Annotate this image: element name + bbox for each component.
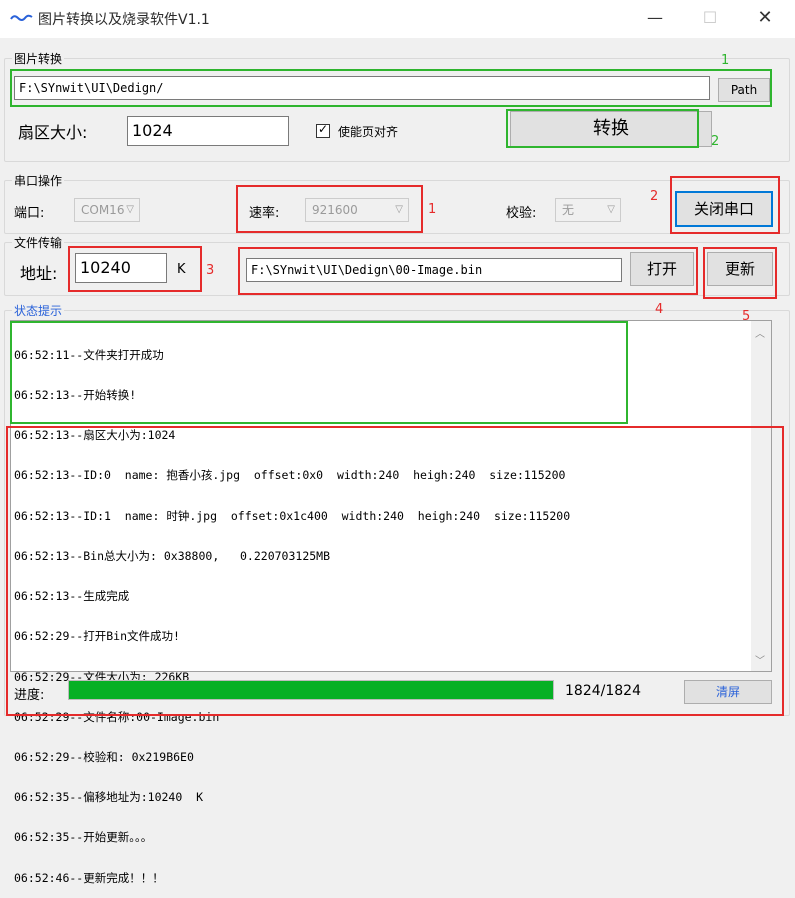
align-checkbox[interactable]: ✓ [316, 122, 330, 138]
address-label: 地址: [20, 264, 58, 283]
annotation-box-close-port [670, 176, 780, 234]
maximize-icon[interactable]: ☐ [687, 4, 733, 32]
annotation-label: 5 [742, 309, 751, 324]
parity-label: 校验: [506, 206, 537, 221]
sector-size-input[interactable]: 1024 [127, 116, 289, 146]
window-title: 图片转换以及烧录软件V1.1 [38, 12, 210, 28]
checkmark-icon: ✓ [318, 122, 329, 136]
annotation-label: 2 [650, 189, 659, 204]
align-checkbox-label: 使能页对齐 [338, 125, 399, 139]
chevron-down-icon: ▽ [126, 204, 134, 215]
port-label: 端口: [14, 206, 45, 221]
close-icon[interactable]: ✕ [742, 4, 788, 32]
annotation-box-update [703, 247, 777, 299]
annotation-box-convert [506, 109, 699, 148]
parity-select[interactable]: 无 ▽ [555, 198, 621, 222]
annotation-label: 1 [721, 53, 730, 68]
image-convert-legend: 图片转换 [12, 50, 65, 67]
annotation-box-update-log [6, 426, 784, 716]
annotation-box-open [238, 247, 698, 295]
log-line: 06:52:46--更新完成！！！ [14, 870, 164, 885]
scroll-up-icon[interactable]: ︿ [755, 325, 765, 340]
annotation-box-address [68, 246, 202, 292]
log-line: 06:52:35--偏移地址为:10240 K [14, 790, 204, 805]
annotation-box-convert-log [10, 321, 628, 424]
serial-legend: 串口操作 [12, 172, 65, 189]
chevron-down-icon: ▽ [607, 204, 615, 215]
port-select[interactable]: COM16 ▽ [74, 198, 140, 222]
port-select-value: COM16 [81, 203, 125, 217]
annotation-box-baud [236, 185, 423, 233]
annotation-label: 4 [655, 302, 664, 317]
sector-size-label: 扇区大小: [18, 123, 88, 142]
log-line: 06:52:29--校验和: 0x219B6E0 [14, 750, 194, 764]
annotation-label: 1 [428, 202, 437, 217]
file-transfer-legend: 文件传输 [12, 234, 65, 251]
log-line: 06:52:35--开始更新。。。 [14, 830, 153, 845]
status-legend: 状态提示 [12, 302, 65, 319]
parity-select-value: 无 [562, 203, 575, 217]
annotation-label: 2 [711, 134, 720, 149]
app-icon [10, 12, 34, 24]
annotation-box-path [10, 69, 772, 107]
annotation-label: 3 [206, 263, 215, 278]
minimize-icon[interactable]: — [632, 4, 678, 32]
